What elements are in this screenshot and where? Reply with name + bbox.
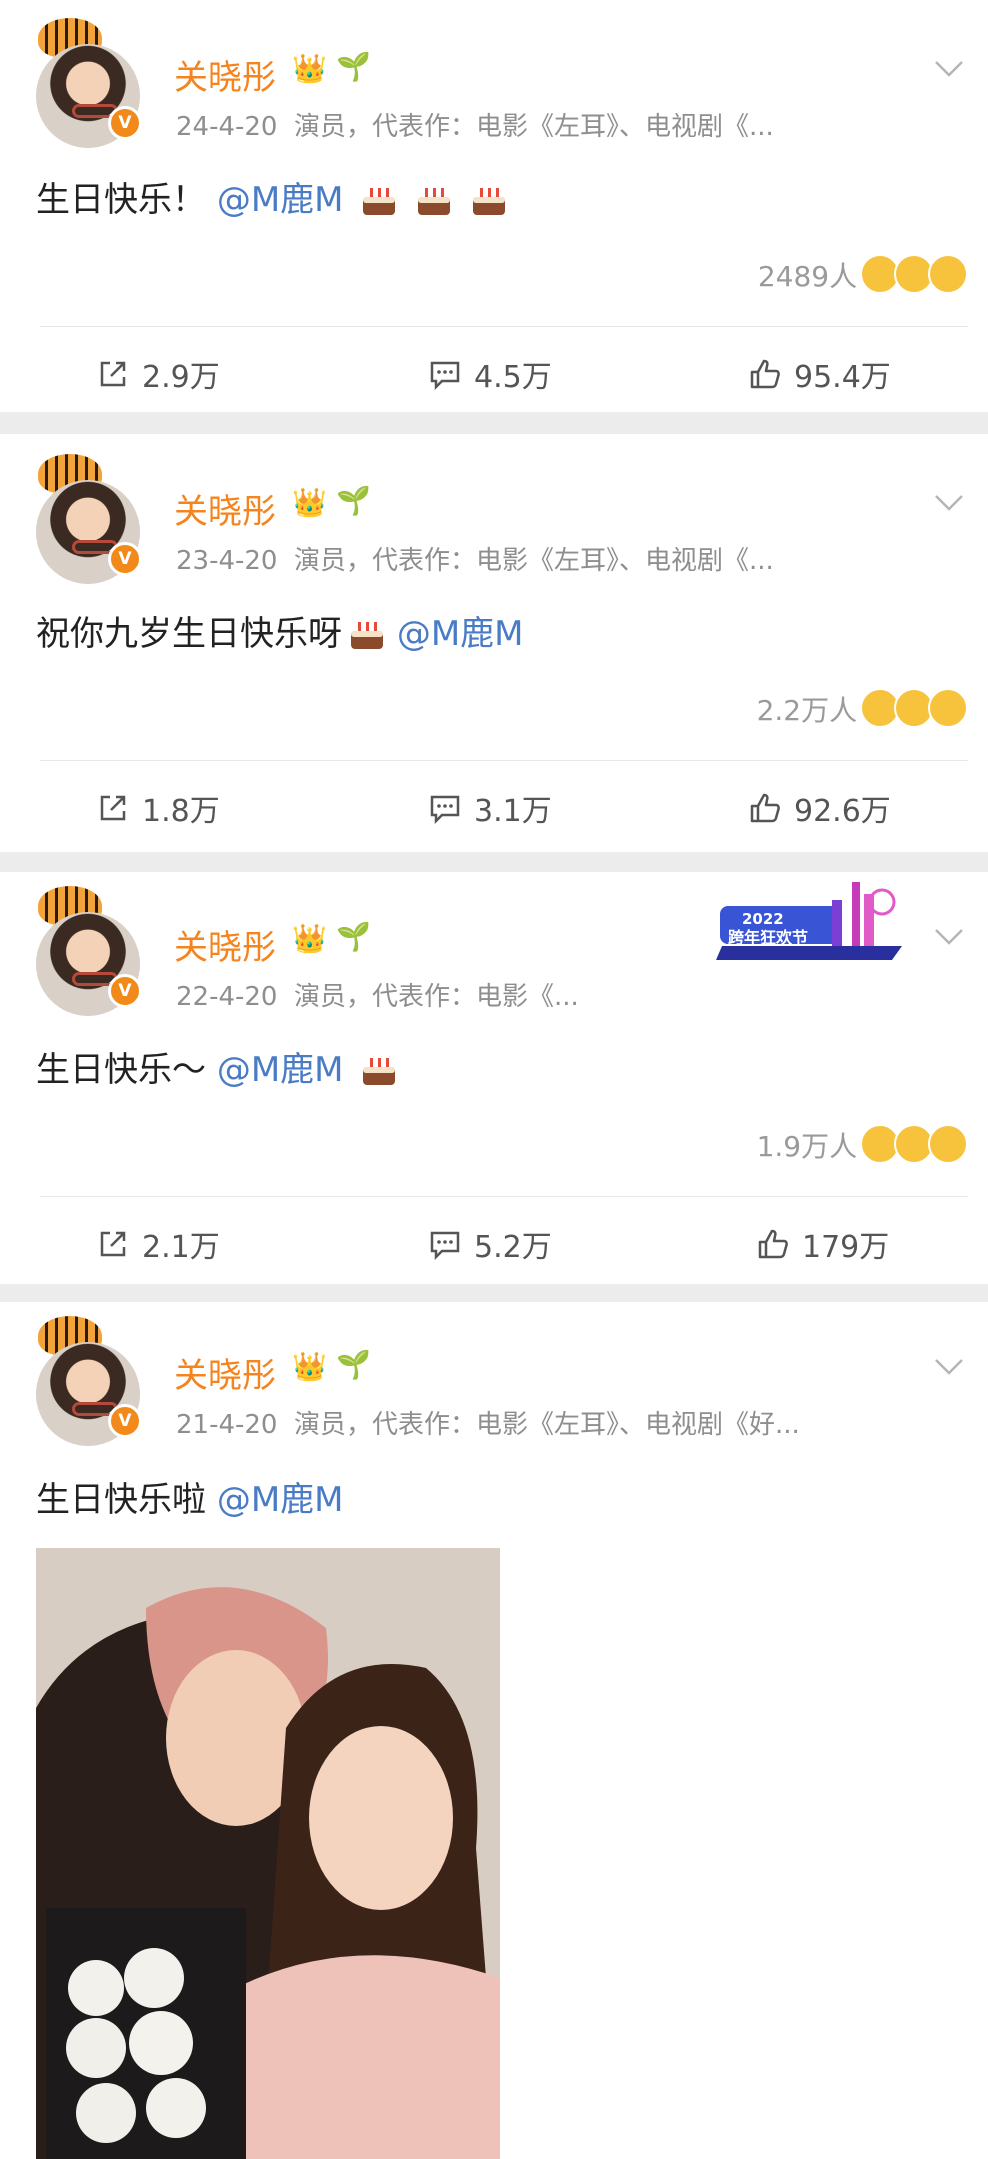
verified-badge-icon: V [108, 106, 142, 140]
post-meta: 24-4-20 演员，代表作：电影《左耳》、电视剧《... [176, 106, 774, 143]
divider [40, 1196, 968, 1197]
post-date: 21-4-20 [176, 1410, 278, 1440]
like-icon [750, 359, 780, 389]
cake-icon [363, 1058, 396, 1085]
post-meta: 22-4-20 演员，代表作：电影《... [176, 976, 579, 1013]
share-icon [100, 1231, 126, 1257]
sprout-icon: 🌱 [336, 920, 371, 953]
carnival-badge[interactable]: 2022 跨年狂欢节 [712, 876, 916, 966]
reaction-count: 2489人 [757, 260, 858, 293]
post-text: 生日快乐～ @M鹿M [36, 1042, 398, 1091]
share-button[interactable]: 2.1万 [96, 1222, 220, 1266]
comment-count: 4.5万 [474, 360, 552, 395]
cake-icon [351, 622, 383, 649]
chevron-down-icon[interactable] [934, 1350, 963, 1378]
like-button[interactable]: 95.4万 [748, 352, 891, 396]
mention-link[interactable]: @M鹿M [217, 1050, 344, 1090]
share-count: 2.9万 [142, 360, 220, 395]
post-body: 生日快乐！ [36, 180, 206, 220]
share-button[interactable]: 1.8万 [96, 786, 220, 830]
like-count: 95.4万 [794, 360, 891, 395]
surprised-emoji-icon [928, 688, 968, 728]
reaction-count: 1.9万人 [756, 1130, 858, 1163]
comment-icon [430, 361, 460, 391]
comment-button[interactable]: 3.1万 [428, 786, 552, 830]
share-count: 2.1万 [142, 1230, 220, 1265]
author-bio: 演员，代表作：电影《左耳》、电视剧《... [294, 546, 774, 576]
post-date: 23-4-20 [176, 546, 278, 576]
share-button[interactable]: 2.9万 [96, 352, 220, 396]
comment-button[interactable]: 4.5万 [428, 352, 552, 396]
badge-year: 2022 [742, 910, 784, 928]
author-name[interactable]: 关晓彤 [174, 920, 276, 969]
cake-icon [363, 188, 396, 215]
reaction-summary[interactable]: 2.2万人 [757, 688, 968, 729]
cake-icon [472, 188, 505, 215]
post-date: 24-4-20 [176, 112, 278, 142]
post-photo[interactable] [36, 1548, 500, 2159]
like-button[interactable]: 92.6万 [748, 786, 891, 830]
chevron-down-icon[interactable] [934, 52, 963, 80]
avatar[interactable]: V [30, 454, 148, 584]
reaction-count: 2.2万人 [756, 694, 858, 727]
post-text: 生日快乐啦 @M鹿M [36, 1472, 343, 1521]
comment-count: 3.1万 [474, 794, 552, 829]
share-icon [100, 795, 126, 821]
sprout-icon: 🌱 [336, 484, 371, 517]
mention-link[interactable]: @M鹿M [217, 1480, 344, 1520]
chevron-down-icon[interactable] [934, 920, 963, 948]
post-meta: 21-4-20 演员，代表作：电影《左耳》、电视剧《好... [176, 1404, 800, 1441]
divider [40, 326, 968, 327]
badge-text: 跨年狂欢节 [728, 928, 808, 947]
author-name[interactable]: 关晓彤 [174, 50, 276, 99]
avatar[interactable]: V [30, 18, 148, 148]
share-count: 1.8万 [142, 794, 220, 829]
author-name[interactable]: 关晓彤 [174, 484, 276, 533]
comment-count: 5.2万 [474, 1230, 552, 1265]
author-bio: 演员，代表作：电影《左耳》、电视剧《好... [294, 1410, 800, 1440]
like-count: 179万 [802, 1230, 890, 1265]
post-date: 22-4-20 [176, 982, 278, 1012]
crown-icon: 👑 [292, 486, 327, 519]
post-meta: 23-4-20 演员，代表作：电影《左耳》、电视剧《... [176, 540, 774, 577]
sprout-icon: 🌱 [336, 1348, 371, 1381]
crown-icon: 👑 [292, 922, 327, 955]
chevron-down-icon[interactable] [934, 486, 963, 514]
share-icon [100, 361, 126, 387]
author-name[interactable]: 关晓彤 [174, 1348, 276, 1397]
like-button[interactable]: 179万 [756, 1222, 889, 1266]
post-2: V 关晓彤 👑 🌱 23-4-20 演员，代表作：电影《左耳》、电视剧《... … [0, 434, 988, 852]
avatar[interactable]: V [30, 886, 148, 1016]
divider [40, 760, 968, 761]
surprised-emoji-icon [928, 254, 968, 294]
comment-button[interactable]: 5.2万 [428, 1222, 552, 1266]
verified-badge-icon: V [108, 542, 142, 576]
like-count: 92.6万 [794, 794, 891, 829]
post-body: 生日快乐啦 [36, 1480, 206, 1520]
post-text: 祝你九岁生日快乐呀 @M鹿M [36, 606, 523, 655]
sprout-icon: 🌱 [336, 50, 371, 83]
reaction-summary[interactable]: 2489人 [758, 254, 968, 295]
crown-icon: 👑 [292, 1350, 327, 1383]
post-body: 祝你九岁生日快乐呀 [36, 614, 342, 654]
like-icon [758, 1229, 788, 1259]
avatar[interactable]: V [30, 1316, 148, 1446]
surprised-emoji-icon [928, 1124, 968, 1164]
post-3: V 关晓彤 👑 🌱 22-4-20 演员，代表作：电影《... 2022 跨年狂… [0, 872, 988, 1284]
comment-icon [430, 795, 460, 825]
verified-badge-icon: V [108, 974, 142, 1008]
author-bio: 演员，代表作：电影《... [294, 982, 579, 1012]
post-text: 生日快乐！ @M鹿M [36, 172, 508, 221]
post-body: 生日快乐～ [36, 1050, 206, 1090]
reaction-summary[interactable]: 1.9万人 [757, 1124, 968, 1165]
post-1: V 关晓彤 👑 🌱 24-4-20 演员，代表作：电影《左耳》、电视剧《... … [0, 0, 988, 412]
comment-icon [430, 1231, 460, 1261]
mention-link[interactable]: @M鹿M [397, 614, 524, 654]
like-icon [750, 793, 780, 823]
cake-icon [418, 188, 451, 215]
mention-link[interactable]: @M鹿M [217, 180, 344, 220]
author-bio: 演员，代表作：电影《左耳》、电视剧《... [294, 112, 774, 142]
verified-badge-icon: V [108, 1404, 142, 1438]
crown-icon: 👑 [292, 52, 327, 85]
